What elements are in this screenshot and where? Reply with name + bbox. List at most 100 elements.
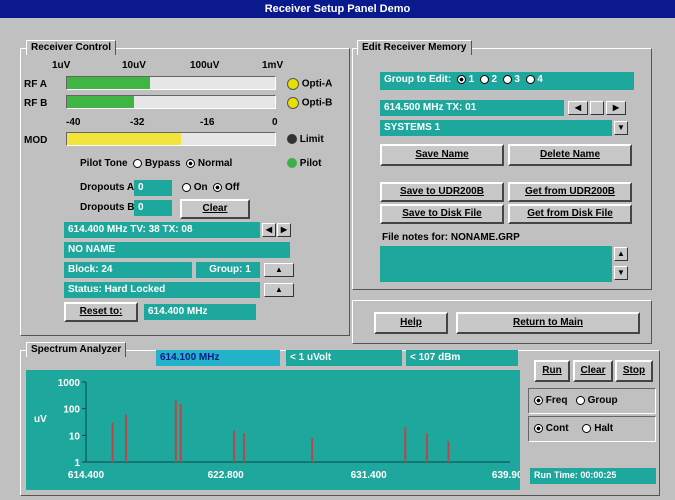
mod-level-fill bbox=[67, 133, 182, 145]
group-sweep-radio[interactable] bbox=[575, 395, 585, 405]
rf-a-level-fill bbox=[67, 77, 151, 89]
return-to-main-button[interactable]: Return to Main bbox=[456, 312, 640, 334]
status-up-icon[interactable]: ▲ bbox=[264, 283, 294, 297]
dropouts-b-label: Dropouts B bbox=[80, 202, 135, 213]
status-field: Status: Hard Locked bbox=[64, 282, 260, 298]
clear-dropouts-button[interactable]: Clear bbox=[180, 199, 250, 219]
group-radio-3[interactable] bbox=[502, 74, 512, 84]
off-radio[interactable] bbox=[213, 182, 223, 192]
memory-freq-field[interactable]: 614.500 MHz TX: 01 bbox=[380, 100, 564, 116]
edit-memory-tab: Edit Receiver Memory bbox=[357, 40, 472, 55]
save-name-button[interactable]: Save Name bbox=[380, 144, 504, 166]
pilot-tone-row: Pilot Tone Bypass Normal bbox=[80, 158, 232, 169]
dropouts-b-field[interactable]: 0 bbox=[134, 200, 172, 216]
on-label: On bbox=[193, 182, 208, 193]
save-to-disk-label: Save to Disk File bbox=[402, 208, 482, 219]
freq-down-icon[interactable]: ◀ bbox=[262, 223, 276, 237]
file-notes-label: File notes for: NONAME.GRP bbox=[382, 232, 520, 243]
normal-radio[interactable] bbox=[186, 158, 196, 168]
dropouts-a-field[interactable]: 0 bbox=[134, 180, 172, 196]
reset-freq-field[interactable]: 614.400 MHz bbox=[144, 304, 256, 320]
group-to-edit-bar: Group to Edit: 1 2 3 4 bbox=[380, 72, 634, 90]
rf-b-level-fill bbox=[67, 96, 134, 108]
halt-label: Halt bbox=[594, 423, 614, 434]
normal-label: Normal bbox=[197, 158, 233, 169]
save-name-label: Save Name bbox=[415, 149, 469, 160]
run-time-display: Run Time: 00:00:25 bbox=[530, 468, 656, 484]
reset-to-button[interactable]: Reset to: bbox=[64, 302, 138, 322]
scale-mod-16: -16 bbox=[200, 117, 215, 128]
on-off-row: On Off bbox=[182, 182, 239, 193]
memory-freq-mid-icon[interactable] bbox=[590, 101, 604, 115]
pilot-label: Pilot bbox=[299, 158, 322, 169]
systems-dropdown-icon[interactable]: ▼ bbox=[614, 121, 628, 135]
freq-up-icon[interactable]: ▶ bbox=[277, 223, 291, 237]
rf-b-label: RF B bbox=[24, 98, 48, 109]
freq-label: Freq bbox=[545, 395, 568, 406]
return-to-main-label: Return to Main bbox=[513, 317, 583, 328]
cont-radio[interactable] bbox=[534, 423, 543, 433]
halt-radio[interactable] bbox=[582, 423, 592, 433]
readout-level: < 1 uVolt bbox=[286, 350, 402, 366]
block-field: Block: 24 bbox=[64, 262, 192, 278]
group-up-icon[interactable]: ▲ bbox=[264, 263, 294, 277]
bypass-label: Bypass bbox=[144, 158, 181, 169]
rf-a-label: RF A bbox=[24, 79, 47, 90]
clear-spectrum-button[interactable]: Clear bbox=[573, 360, 613, 382]
x-tick-label: 631.400 bbox=[351, 470, 388, 481]
x-tick-label: 639.900 bbox=[492, 470, 520, 481]
dropouts-a-label: Dropouts A bbox=[80, 182, 135, 193]
scale-mod-0: 0 bbox=[272, 117, 278, 128]
get-from-udr-button[interactable]: Get from UDR200B bbox=[508, 182, 632, 202]
x-tick-label: 614.400 bbox=[68, 470, 105, 481]
y-tick-label: 1 bbox=[74, 458, 80, 469]
scale-1mv: 1mV bbox=[262, 60, 284, 71]
save-to-udr-button[interactable]: Save to UDR200B bbox=[380, 182, 504, 202]
reset-to-label: Reset to: bbox=[79, 306, 123, 317]
spectrum-tab: Spectrum Analyzer bbox=[26, 342, 127, 357]
memory-freq-up-icon[interactable]: ▶ bbox=[606, 101, 626, 115]
pilot-indicator: Pilot bbox=[287, 158, 321, 169]
freq-radio[interactable] bbox=[534, 395, 543, 405]
run-button[interactable]: Run bbox=[534, 360, 570, 382]
memory-freq-down-icon[interactable]: ◀ bbox=[568, 101, 588, 115]
off-label: Off bbox=[225, 182, 240, 193]
scale-10uv: 10uV bbox=[122, 60, 146, 71]
stop-button[interactable]: Stop bbox=[615, 360, 653, 382]
opti-a-label: Opti-A bbox=[301, 78, 333, 90]
get-from-udr-label: Get from UDR200B bbox=[524, 186, 616, 197]
spectrum-plot: 1000 100 10 1 uV 614.400 622.800 631.400 639.900 bbox=[34, 378, 529, 481]
delete-name-label: Delete Name bbox=[539, 149, 601, 160]
systems-select[interactable]: SYSTEMS 1 bbox=[380, 120, 612, 136]
group-radio-1[interactable] bbox=[456, 74, 466, 84]
save-to-udr-label: Save to UDR200B bbox=[400, 186, 484, 197]
group-radio-2[interactable] bbox=[479, 74, 489, 84]
save-to-disk-button[interactable]: Save to Disk File bbox=[380, 204, 504, 224]
spectrum-chart: 1000 100 10 1 uV 614.400 622.800 631.400 639.900 bbox=[26, 370, 529, 490]
opti-b-led-icon bbox=[287, 97, 299, 109]
receiver-freq-field[interactable]: 614.400 MHz TV: 38 TX: 08 bbox=[64, 222, 260, 238]
mod-meter bbox=[66, 132, 276, 146]
pilot-led-icon bbox=[287, 158, 297, 169]
limit-indicator: Limit bbox=[287, 134, 324, 145]
scale-1uv: 1uV bbox=[52, 60, 71, 71]
notes-scroll-up-icon[interactable]: ▲ bbox=[614, 247, 628, 261]
limit-led-icon bbox=[287, 134, 297, 145]
opti-a-indicator: Opti-A bbox=[287, 78, 332, 90]
file-notes-textarea[interactable] bbox=[380, 246, 612, 282]
group-radio-4[interactable] bbox=[525, 74, 535, 84]
notes-scroll-down-icon[interactable]: ▼ bbox=[614, 266, 628, 280]
receiver-name-field[interactable]: NO NAME bbox=[64, 242, 290, 258]
spectrum-tab-label: Spectrum Analyzer bbox=[31, 344, 122, 355]
delete-name-button[interactable]: Delete Name bbox=[508, 144, 632, 166]
bypass-radio[interactable] bbox=[133, 158, 143, 168]
receiver-control-tab: Receiver Control bbox=[26, 40, 117, 55]
group-option-1: 1 bbox=[468, 74, 475, 85]
on-radio[interactable] bbox=[182, 182, 191, 192]
mod-label: MOD bbox=[24, 135, 48, 146]
scale-mod-32: -32 bbox=[130, 117, 145, 128]
group-option-4: 4 bbox=[537, 74, 543, 85]
help-button[interactable]: Help bbox=[374, 312, 448, 334]
get-from-disk-button[interactable]: Get from Disk File bbox=[508, 204, 632, 224]
group-field: Group: 1 bbox=[196, 262, 260, 278]
